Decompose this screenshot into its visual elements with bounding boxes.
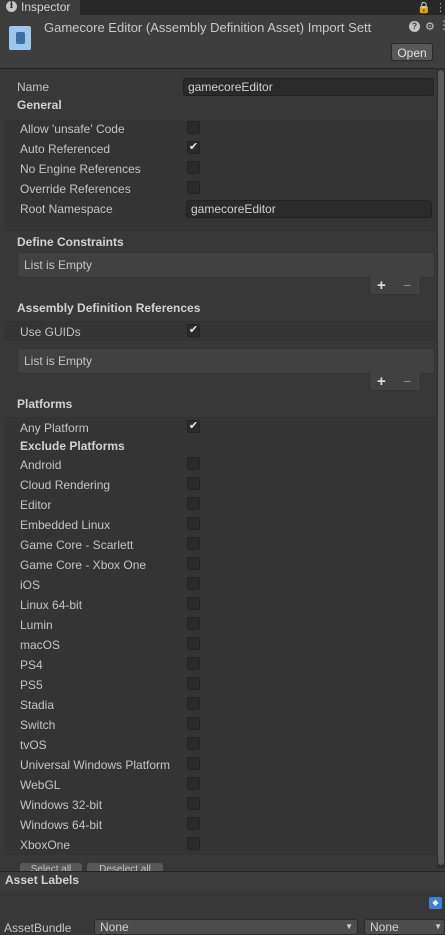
platform-label: PS4 xyxy=(20,658,43,672)
platform-label: Editor xyxy=(20,498,52,512)
platform-checkbox[interactable] xyxy=(187,617,200,630)
tab-label: Inspector xyxy=(21,0,71,14)
root-namespace-label: Root Namespace xyxy=(20,202,113,216)
platform-label: XboxOne xyxy=(20,838,71,852)
scrollbar-thumb[interactable] xyxy=(438,70,444,865)
use-guids-checkbox[interactable]: ✔ xyxy=(187,324,200,337)
info-icon: i xyxy=(6,1,17,12)
chevron-down-icon: ▼ xyxy=(434,922,442,931)
platform-checkbox[interactable] xyxy=(187,537,200,550)
settings-icon[interactable]: ⚙ xyxy=(425,20,435,33)
chevron-down-icon: ▼ xyxy=(345,922,353,931)
asset-bundle-value: None xyxy=(100,920,129,934)
more-options-icon[interactable]: ⋮ xyxy=(438,18,445,32)
platform-label: Windows 32-bit xyxy=(20,798,103,812)
define-constraints-heading: Define Constraints xyxy=(17,235,124,249)
remove-constraint-button[interactable]: − xyxy=(403,278,411,293)
platform-checkbox[interactable] xyxy=(187,817,200,830)
tag-icon[interactable]: ◆ xyxy=(429,897,442,909)
platform-checkbox[interactable] xyxy=(187,657,200,670)
platform-label: PS5 xyxy=(20,678,43,692)
tab-inspector[interactable]: i Inspector xyxy=(0,0,80,15)
platform-label: Windows 64-bit xyxy=(20,818,103,832)
asset-bundle-variant-value: None xyxy=(370,920,399,934)
auto-referenced-label: Auto Referenced xyxy=(20,142,111,156)
platform-checkbox[interactable] xyxy=(187,577,200,590)
platform-checkbox[interactable] xyxy=(187,757,200,770)
platform-label: Cloud Rendering xyxy=(20,478,111,492)
general-heading: General xyxy=(17,98,62,112)
platform-checkbox[interactable] xyxy=(187,797,200,810)
allow-unsafe-checkbox[interactable] xyxy=(187,121,200,134)
use-guids-label: Use GUIDs xyxy=(20,325,81,339)
platforms-heading: Platforms xyxy=(17,397,73,411)
override-references-checkbox[interactable] xyxy=(187,181,200,194)
platform-label: Game Core - Xbox One xyxy=(20,558,147,572)
asset-bundle-variant-dropdown[interactable]: None ▼ xyxy=(364,919,445,935)
platform-label: iOS xyxy=(20,578,41,592)
platform-label: Game Core - Scarlett xyxy=(20,538,134,552)
platform-checkbox[interactable] xyxy=(187,497,200,510)
platform-label: Embedded Linux xyxy=(20,518,111,532)
assembly-references-heading: Assembly Definition References xyxy=(17,301,201,315)
platform-label: tvOS xyxy=(20,738,47,752)
root-namespace-field[interactable]: gamecoreEditor xyxy=(186,200,432,218)
help-icon[interactable]: ? xyxy=(409,21,420,32)
name-label: Name xyxy=(17,80,50,94)
puzzle-piece-icon xyxy=(16,32,25,44)
name-field[interactable]: gamecoreEditor xyxy=(183,78,434,96)
asset-bundle-dropdown[interactable]: None ▼ xyxy=(94,919,358,935)
add-constraint-button[interactable]: + xyxy=(377,278,386,293)
platform-checkbox[interactable] xyxy=(187,777,200,790)
open-button[interactable]: Open xyxy=(391,43,433,61)
remove-reference-button[interactable]: − xyxy=(403,374,411,389)
platform-checkbox[interactable] xyxy=(187,737,200,750)
define-constraints-list: List is Empty xyxy=(17,252,435,278)
asset-bundle-label: AssetBundle xyxy=(4,921,72,935)
platform-label: Lumin xyxy=(20,618,53,632)
platform-checkbox[interactable] xyxy=(187,597,200,610)
platform-checkbox[interactable] xyxy=(187,837,200,850)
override-references-label: Override References xyxy=(20,182,131,196)
platform-label: Stadia xyxy=(20,698,55,712)
platform-label: WebGL xyxy=(20,778,61,792)
any-platform-label: Any Platform xyxy=(20,421,89,435)
platform-checkbox[interactable] xyxy=(187,697,200,710)
allow-unsafe-label: Allow 'unsafe' Code xyxy=(20,122,125,136)
platform-label: Linux 64-bit xyxy=(20,598,83,612)
assembly-references-list: List is Empty xyxy=(17,348,435,374)
platform-label: Android xyxy=(20,458,62,472)
platform-label: Universal Windows Platform xyxy=(20,758,171,772)
exclude-platforms-heading: Exclude Platforms xyxy=(20,439,125,453)
platform-checkbox[interactable] xyxy=(187,557,200,570)
platform-checkbox[interactable] xyxy=(187,517,200,530)
any-platform-checkbox[interactable]: ✔ xyxy=(187,420,200,433)
auto-referenced-checkbox[interactable]: ✔ xyxy=(187,141,200,154)
add-reference-button[interactable]: + xyxy=(377,374,386,389)
platform-label: Switch xyxy=(20,718,56,732)
platform-checkbox[interactable] xyxy=(187,477,200,490)
lock-icon[interactable]: 🔒 xyxy=(417,1,431,14)
platform-checkbox[interactable] xyxy=(187,457,200,470)
platform-label: macOS xyxy=(20,638,61,652)
assembly-definition-icon xyxy=(9,26,31,50)
platform-checkbox[interactable] xyxy=(187,637,200,650)
tab-menu-icon[interactable]: ⋮ xyxy=(435,1,445,14)
platform-checkbox[interactable] xyxy=(187,677,200,690)
asset-labels-heading: Asset Labels xyxy=(5,873,80,887)
inspector-title: Gamecore Editor (Assembly Definition Ass… xyxy=(44,20,372,35)
platform-checkbox[interactable] xyxy=(187,717,200,730)
no-engine-references-label: No Engine References xyxy=(20,162,141,176)
no-engine-references-checkbox[interactable] xyxy=(187,161,200,174)
